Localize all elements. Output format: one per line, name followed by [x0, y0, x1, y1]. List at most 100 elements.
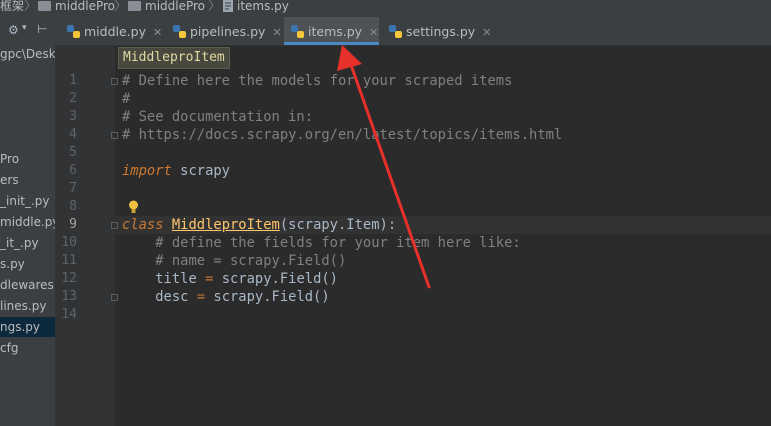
tree-item-label: Pro: [0, 152, 20, 166]
comment: # Define here the models for your scrape…: [122, 73, 513, 89]
breadcrumb-separator: 〉: [24, 0, 38, 14]
tree-item[interactable]: cfg: [0, 338, 55, 358]
folder-icon: [128, 1, 141, 11]
python-icon: [291, 25, 304, 38]
code-text: scrapy: [171, 163, 230, 179]
line-number: 11: [61, 253, 77, 268]
line-number: 4: [69, 127, 77, 142]
python-icon: [389, 25, 402, 38]
project-panel: ⚙ ▾ ⊢ gpc\Desk Pro ers _init_.py middle.…: [0, 17, 55, 426]
project-toolbar: ⚙ ▾ ⊢: [0, 22, 55, 41]
tree-item[interactable]: _init_.py: [0, 191, 55, 211]
close-icon[interactable]: ✕: [482, 26, 491, 39]
line-number: 13: [61, 289, 77, 304]
close-icon[interactable]: ✕: [272, 26, 281, 39]
fold-marker[interactable]: [111, 294, 118, 301]
comment: #: [122, 91, 131, 107]
tree-item-label: lines.py: [0, 299, 47, 313]
structure-breadcrumb[interactable]: MiddleproItem: [118, 47, 230, 69]
chevron-down-icon[interactable]: ▾: [22, 23, 27, 33]
tree-item-label: cfg: [0, 341, 19, 355]
tree-item-label: ngs.py: [0, 320, 41, 334]
breadcrumb-item-label: items.py: [237, 0, 289, 13]
breadcrumb-root-label: 框架: [0, 0, 25, 13]
code-line: # See documentation in:: [122, 108, 313, 126]
line-number: 10: [61, 235, 77, 250]
close-icon[interactable]: ✕: [369, 26, 378, 39]
tree-item[interactable]: dlewares.py: [0, 275, 55, 295]
breadcrumb-item-project[interactable]: middlePro: [38, 0, 115, 13]
tree-item[interactable]: _it_.py: [0, 233, 55, 253]
line-number: 12: [61, 271, 77, 286]
code-line: # Define here the models for your scrape…: [122, 72, 512, 90]
tree-item-label: dlewares.py: [0, 278, 55, 292]
breadcrumb-root[interactable]: 框架: [0, 0, 24, 13]
keyword: class: [122, 217, 164, 233]
code-text: scrapy.Field(): [213, 271, 338, 287]
line-number: 6: [69, 163, 77, 178]
line-number: 5: [69, 145, 77, 160]
code-line: # name = scrapy.Field(): [122, 252, 346, 270]
code-text: title: [122, 271, 206, 287]
tab-label: items.py: [308, 24, 363, 39]
tab-items[interactable]: items.py ✕: [284, 17, 379, 45]
tree-item[interactable]: ers: [0, 170, 55, 190]
lightbulb-icon[interactable]: [128, 200, 139, 214]
operator: =: [196, 289, 206, 305]
code-line: # define the fields for your item here l…: [122, 234, 521, 252]
line-number: 8: [69, 199, 77, 214]
folder-icon: [38, 1, 51, 11]
project-path[interactable]: gpc\Desk: [0, 44, 55, 64]
fold-marker[interactable]: [111, 222, 118, 229]
structure-breadcrumb-label: MiddleproItem: [123, 50, 225, 65]
breadcrumb-item-package[interactable]: middlePro: [128, 0, 205, 13]
tab-middle[interactable]: middle.py ✕: [61, 17, 171, 45]
editor-tab-bar: middle.py ✕ pipelines.py ✕ items.py ✕ setti…: [55, 17, 771, 46]
breadcrumb-separator: 〉: [114, 0, 128, 14]
code-text: scrapy.Field(): [205, 289, 330, 305]
tree-item-selected[interactable]: ngs.py: [0, 317, 55, 337]
comment: # https://docs.scrapy.org/en/latest/topi…: [122, 127, 563, 143]
tree-item[interactable]: lines.py: [0, 296, 55, 316]
fold-marker[interactable]: [111, 132, 118, 139]
breadcrumb-item-label: middlePro: [55, 0, 116, 13]
navigation-breadcrumb: 框架 〉 middlePro 〉 middlePro 〉 items.py: [0, 0, 771, 17]
code-text: desc: [122, 289, 197, 305]
tree-item-label: middle.py: [0, 215, 55, 229]
line-number: 14: [61, 307, 77, 322]
class-name: MiddleproItem: [171, 217, 280, 233]
breadcrumb-item-file[interactable]: items.py: [222, 0, 289, 13]
tree-item[interactable]: middle.py: [0, 212, 55, 232]
code-line: import scrapy: [122, 162, 230, 180]
breadcrumb-separator: 〉: [208, 0, 222, 14]
code-line: class MiddleproItem(scrapy.Item):: [122, 216, 396, 234]
tree-item-label: ers: [0, 173, 19, 187]
breadcrumb-item-label: middlePro: [145, 0, 206, 13]
tab-label: settings.py: [406, 24, 476, 39]
tab-pipelines[interactable]: pipelines.py ✕: [167, 17, 293, 45]
tree-item[interactable]: Pro: [0, 149, 55, 169]
comment: # See documentation in:: [122, 109, 314, 125]
tree-item[interactable]: s.py: [0, 254, 55, 274]
tab-label: middle.py: [84, 24, 146, 39]
tree-item-label: s.py: [0, 257, 25, 271]
tree-item-label: _init_.py: [0, 194, 50, 208]
python-file-icon: [223, 0, 233, 12]
code-line: desc = scrapy.Field(): [122, 288, 330, 306]
comment: # name = scrapy.Field(): [122, 253, 347, 269]
tab-settings[interactable]: settings.py ✕: [381, 17, 501, 45]
close-icon[interactable]: ✕: [153, 26, 162, 39]
collapse-icon[interactable]: ⊢: [37, 22, 47, 36]
gear-icon[interactable]: ⚙: [8, 23, 19, 37]
line-number-current: 9: [69, 217, 77, 232]
tree-item-label: _it_.py: [0, 236, 39, 250]
line-number: 2: [69, 91, 77, 106]
fold-marker[interactable]: [111, 78, 118, 85]
tab-label: pipelines.py: [190, 24, 266, 39]
code-line: title = scrapy.Field(): [122, 270, 338, 288]
code-line: # https://docs.scrapy.org/en/latest/topi…: [122, 126, 562, 144]
code-line: #: [122, 90, 130, 108]
line-number: 1: [69, 73, 77, 88]
comment: # define the fields for your item here l…: [122, 235, 521, 251]
line-number: 7: [69, 181, 77, 196]
